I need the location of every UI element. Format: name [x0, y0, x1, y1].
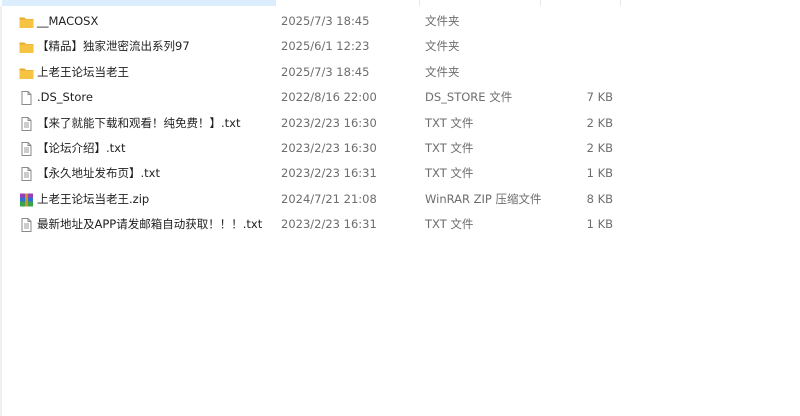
file-date: 2025/6/1 12:23: [281, 39, 370, 54]
file-size: 1 KB: [586, 166, 613, 181]
file-type: TXT 文件: [425, 217, 474, 232]
list-item[interactable]: 【精品】独家泄密流出系列97 2025/6/1 12:23 文件夹: [0, 34, 800, 59]
folder-icon: [19, 40, 34, 54]
file-type: 文件夹: [425, 64, 460, 79]
list-item[interactable]: 【永久地址发布页】.txt 2023/2/23 16:31 TXT 文件 1 K…: [0, 161, 800, 186]
file-type: TXT 文件: [425, 140, 474, 155]
column-divider[interactable]: [620, 0, 621, 6]
column-divider[interactable]: [540, 0, 541, 6]
column-header-strip: [0, 0, 800, 6]
list-item[interactable]: 上老王论坛当老王.zip 2024/7/21 21:08 WinRAR ZIP …: [0, 187, 800, 212]
file-size: 7 KB: [586, 90, 613, 105]
list-item[interactable]: 【来了就能下载和观看！纯免费！】.txt 2023/2/23 16:30 TXT…: [0, 111, 800, 136]
file-name: 【来了就能下载和观看！纯免费！】.txt: [37, 115, 241, 130]
folder-icon: [19, 66, 34, 80]
column-divider[interactable]: [419, 0, 420, 6]
file-date: 2023/2/23 16:31: [281, 166, 377, 181]
list-item[interactable]: .DS_Store 2022/8/16 22:00 DS_STORE 文件 7 …: [0, 85, 800, 110]
winrar-archive-icon: [19, 193, 34, 207]
list-item[interactable]: 上老王论坛当老王 2025/7/3 18:45 文件夹: [0, 60, 800, 85]
text-file-icon: [19, 218, 34, 233]
file-date: 2022/8/16 22:00: [281, 90, 377, 105]
file-type: 文件夹: [425, 39, 460, 54]
file-type: TXT 文件: [425, 166, 474, 181]
file-type: TXT 文件: [425, 115, 474, 130]
file-date: 2023/2/23 16:30: [281, 115, 377, 130]
file-name: 【永久地址发布页】.txt: [37, 166, 160, 181]
text-file-icon: [19, 116, 34, 131]
file-date: 2025/7/3 18:45: [281, 14, 370, 28]
text-file-icon: [19, 167, 34, 182]
file-date: 2024/7/21 21:08: [281, 191, 377, 206]
file-size: 8 KB: [586, 191, 613, 206]
file-type: DS_STORE 文件: [425, 90, 513, 105]
file-name: 最新地址及APP请发邮箱自动获取！！！.txt: [37, 217, 263, 232]
file-name: 【精品】独家泄密流出系列97: [37, 39, 190, 54]
file-size: 1 KB: [586, 217, 613, 232]
list-item[interactable]: 最新地址及APP请发邮箱自动获取！！！.txt 2023/2/23 16:31 …: [0, 212, 800, 237]
file-type: 文件夹: [425, 14, 460, 28]
file-list: __MACOSX 2025/7/3 18:45 文件夹 【精品】独家泄密流出系列…: [0, 9, 800, 238]
file-name: __MACOSX: [37, 14, 99, 28]
file-name: 上老王论坛当老王.zip: [37, 191, 150, 206]
text-file-icon: [19, 141, 34, 156]
file-icon: [19, 91, 34, 106]
file-size: 2 KB: [586, 140, 613, 155]
file-name: .DS_Store: [37, 90, 93, 105]
column-divider[interactable]: [275, 0, 276, 6]
file-date: 2025/7/3 18:45: [281, 64, 370, 79]
file-name: 【论坛介绍】.txt: [37, 140, 126, 155]
list-item[interactable]: 【论坛介绍】.txt 2023/2/23 16:30 TXT 文件 2 KB: [0, 136, 800, 161]
list-item[interactable]: __MACOSX 2025/7/3 18:45 文件夹: [0, 9, 800, 34]
folder-icon: [19, 15, 34, 29]
column-header-name-selected[interactable]: [2, 0, 275, 6]
file-date: 2023/2/23 16:31: [281, 217, 377, 232]
file-size: 2 KB: [586, 115, 613, 130]
file-date: 2023/2/23 16:30: [281, 140, 377, 155]
file-name: 上老王论坛当老王: [37, 64, 129, 79]
file-type: WinRAR ZIP 压缩文件: [425, 191, 542, 206]
